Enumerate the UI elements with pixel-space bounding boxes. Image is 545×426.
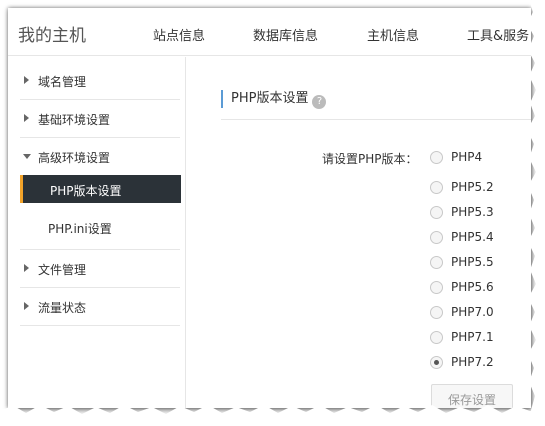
sidebar-item-label: 文件管理 bbox=[38, 263, 87, 277]
nav-host-info[interactable]: 主机信息 bbox=[367, 25, 419, 44]
radio-button[interactable] bbox=[430, 231, 443, 244]
php-version-label: 请设置PHP版本： bbox=[322, 152, 418, 166]
sidebar-subitem-label: PHP版本设置 bbox=[50, 184, 122, 198]
radio-label: PHP4 bbox=[451, 150, 483, 164]
torn-edge-right bbox=[523, 0, 545, 426]
sidebar-item-basic-env[interactable]: 基础环境设置 bbox=[20, 100, 180, 138]
sidebar-item-advanced-env[interactable]: 高级环境设置 bbox=[20, 138, 180, 176]
nav-database-info[interactable]: 数据库信息 bbox=[253, 25, 318, 44]
caret-right-icon bbox=[24, 76, 29, 84]
sidebar-subitem-php-ini[interactable]: PHP.ini设置 bbox=[20, 213, 181, 241]
radio-button[interactable] bbox=[430, 206, 443, 219]
radio-label: PHP5.5 bbox=[451, 255, 494, 269]
radio-label: PHP5.2 bbox=[451, 180, 494, 194]
radio-button[interactable] bbox=[430, 181, 443, 194]
sidebar-item-label: 基础环境设置 bbox=[38, 113, 111, 127]
question-circle-icon[interactable]: ? bbox=[312, 95, 327, 109]
radio-label: PHP7.1 bbox=[451, 330, 494, 344]
radio-button[interactable] bbox=[430, 281, 443, 294]
radio-button-checked[interactable] bbox=[430, 356, 443, 369]
page-title: PHP版本设置 bbox=[231, 91, 309, 106]
sidebar-item-traffic[interactable]: 流量状态 bbox=[20, 288, 180, 326]
sidebar-subitem-label: PHP.ini设置 bbox=[48, 222, 112, 236]
nav-tools-services[interactable]: 工具&服务 bbox=[467, 25, 529, 44]
caret-right-icon bbox=[24, 302, 29, 310]
radio-label: PHP7.2 bbox=[451, 355, 494, 369]
radio-button[interactable] bbox=[430, 151, 443, 164]
radio-label: PHP7.0 bbox=[451, 305, 494, 319]
sidebar-item-file-manager[interactable]: 文件管理 bbox=[20, 250, 180, 288]
sidebar-item-label: 域名管理 bbox=[38, 75, 87, 89]
radio-label: PHP5.6 bbox=[451, 280, 494, 294]
radio-button[interactable] bbox=[430, 256, 443, 269]
app-window: 我的主机 站点信息 数据库信息 主机信息 工具&服务 域名管理 基础环境设置 高… bbox=[8, 8, 531, 408]
radio-label: PHP5.4 bbox=[451, 230, 494, 244]
caret-right-icon bbox=[24, 264, 29, 272]
brand-title: 我的主机 bbox=[18, 26, 86, 46]
sidebar-subitem-php-version[interactable]: PHP版本设置 bbox=[20, 175, 181, 203]
torn-edge-bottom bbox=[0, 405, 545, 426]
caret-right-icon bbox=[24, 114, 29, 122]
sidebar-item-label: 流量状态 bbox=[38, 301, 87, 315]
sidebar-item-domain[interactable]: 域名管理 bbox=[20, 62, 180, 100]
page-title-bar: PHP版本设置? bbox=[221, 90, 327, 109]
radio-label: PHP5.3 bbox=[451, 205, 494, 219]
caret-down-icon bbox=[23, 154, 31, 159]
title-divider bbox=[221, 119, 531, 120]
nav-site-info[interactable]: 站点信息 bbox=[153, 25, 205, 44]
sidebar-item-label: 高级环境设置 bbox=[38, 151, 111, 165]
radio-button[interactable] bbox=[430, 306, 443, 319]
radio-button[interactable] bbox=[430, 331, 443, 344]
top-navbar: 我的主机 站点信息 数据库信息 主机信息 工具&服务 bbox=[8, 8, 531, 56]
